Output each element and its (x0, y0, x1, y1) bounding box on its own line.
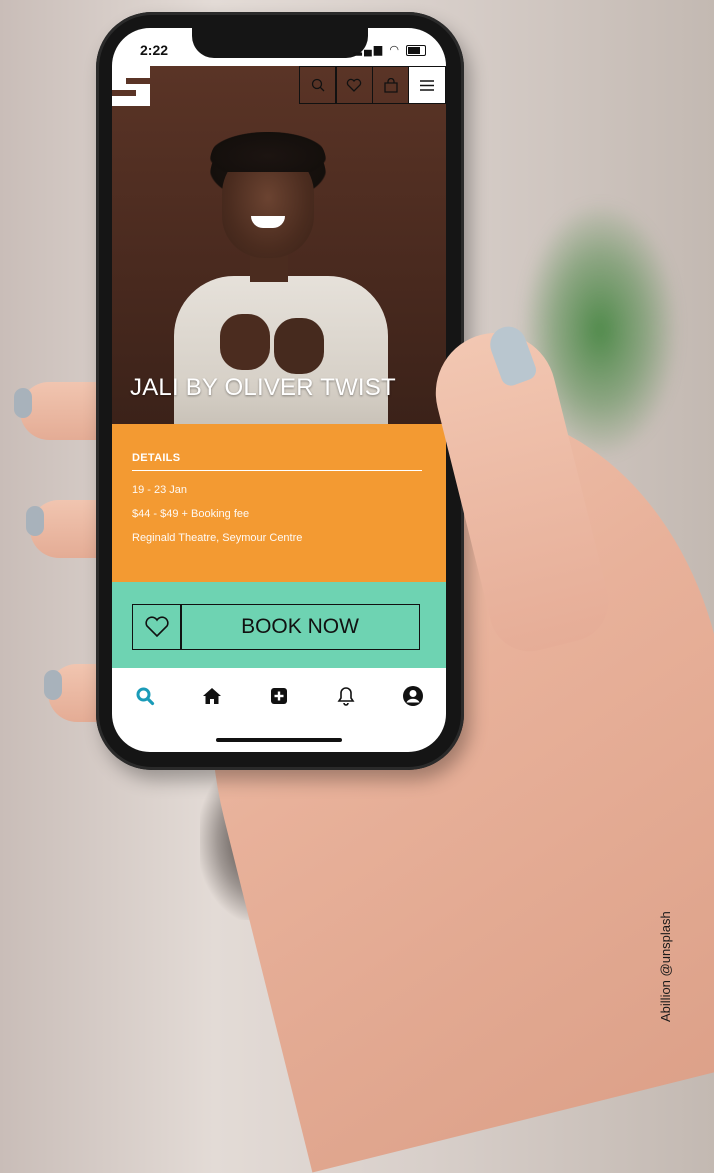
tab-home[interactable] (197, 681, 227, 711)
search-button[interactable] (298, 66, 337, 104)
heart-icon (145, 616, 169, 638)
heart-icon (346, 78, 362, 92)
header-actions (298, 66, 446, 104)
photo-credit: Abillion @unsplash (658, 911, 673, 1022)
wifi-icon: ◠ (389, 44, 401, 56)
bag-icon (383, 77, 398, 93)
fingernail (14, 388, 32, 418)
details-panel: DETAILS 19 - 23 Jan $44 - $49 + Booking … (112, 424, 446, 582)
tab-add[interactable] (264, 681, 294, 711)
event-hero: JALI BY OLIVER TWIST (112, 66, 446, 426)
search-icon (136, 687, 155, 706)
cart-button[interactable] (371, 66, 410, 104)
fingernail (26, 506, 44, 536)
menu-button[interactable] (408, 66, 446, 104)
event-venue: Reginald Theatre, Seymour Centre (132, 532, 303, 544)
save-favorite-button[interactable] (132, 604, 182, 650)
booking-bar: BOOK NOW (112, 582, 446, 668)
bottom-tab-bar (112, 674, 446, 718)
signal-icon: ▂▄▆ (353, 44, 385, 56)
menu-icon (420, 79, 434, 91)
book-now-button[interactable]: BOOK NOW (180, 604, 420, 650)
event-price: $44 - $49 + Booking fee (132, 508, 250, 520)
details-heading: DETAILS (132, 452, 181, 464)
event-title: JALI BY OLIVER TWIST (130, 374, 396, 401)
favorites-button[interactable] (335, 66, 373, 104)
battery-icon (406, 44, 426, 56)
home-icon (203, 688, 222, 704)
search-icon (311, 78, 324, 92)
details-divider (132, 470, 422, 471)
tab-profile[interactable] (398, 681, 428, 711)
tab-search[interactable] (130, 681, 160, 711)
event-date: 19 - 23 Jan (132, 484, 188, 496)
phone-notch (192, 28, 368, 58)
home-indicator (216, 738, 342, 742)
phone-screen: 2:22 ▂▄▆ ◠ JALI BY OLIVER TWIST DETAILS … (112, 28, 446, 752)
tab-notifications[interactable] (331, 681, 361, 711)
app-logo[interactable] (112, 66, 150, 106)
status-time: 2:22 (140, 42, 169, 58)
fingernail (44, 670, 62, 700)
status-icons: ▂▄▆ ◠ (354, 43, 426, 56)
profile-icon (402, 686, 423, 706)
add-icon (270, 688, 287, 704)
bell-icon (337, 687, 355, 706)
